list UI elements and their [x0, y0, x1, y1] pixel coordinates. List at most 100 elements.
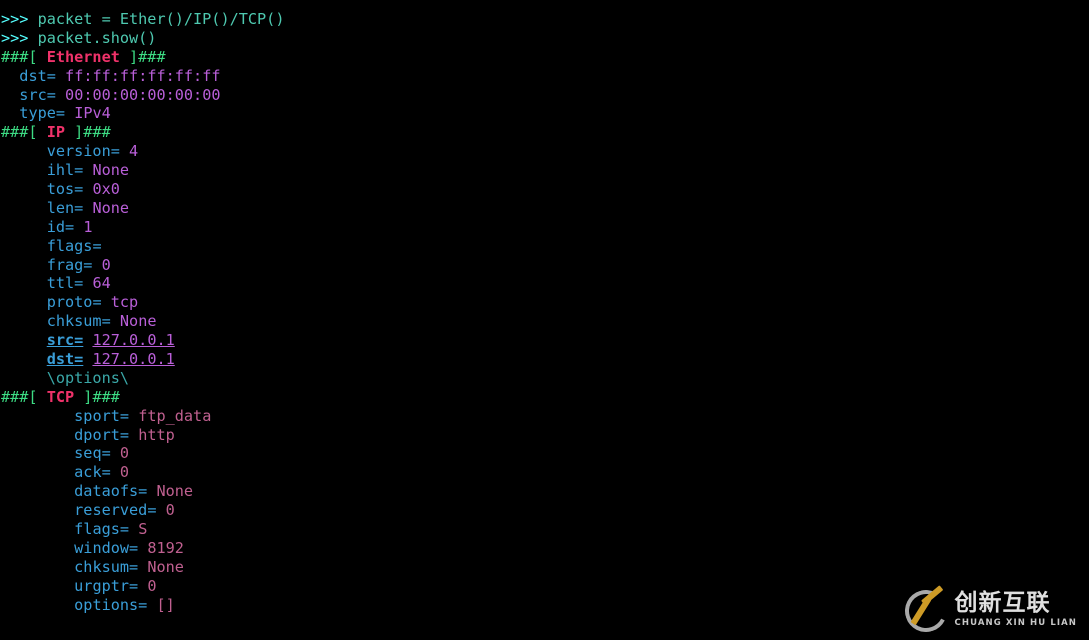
field-value: IPv4 — [74, 104, 111, 123]
field-gap — [120, 142, 129, 160]
field-separator: = — [74, 350, 84, 369]
field-name: dst — [19, 66, 47, 85]
field-separator: = — [101, 463, 111, 482]
field-gap — [56, 86, 65, 104]
field-gap — [74, 218, 83, 236]
field-value: None — [119, 312, 157, 331]
field-separator: = — [92, 293, 102, 312]
field-value: 0 — [101, 255, 111, 274]
field-name: len — [46, 198, 75, 217]
field-separator: = — [129, 538, 139, 557]
terminal-line: dst= ff:ff:ff:ff:ff:ff — [0, 67, 1089, 86]
field-gap — [138, 577, 147, 595]
field-name: dst — [46, 350, 75, 369]
terminal-line: dst= 127.0.0.1 — [0, 350, 1089, 369]
field-separator: = — [74, 198, 84, 217]
field-gap — [138, 558, 147, 576]
field-value: 0 — [165, 501, 175, 520]
field-value: tcp — [110, 293, 139, 312]
watermark-chinese: 创新互联 — [954, 590, 1051, 617]
field-name: ttl — [46, 274, 75, 293]
terminal-output[interactable]: >>> packet = Ether()/IP()/TCP() >>> packe… — [0, 10, 1089, 640]
c-x-logo-icon — [899, 584, 952, 638]
command-text: packet = Ether()/IP()/TCP() — [37, 10, 285, 28]
watermark: 创新互联 CHUANG XIN HU LIAN — [899, 584, 1077, 638]
field-separator: = — [55, 104, 66, 123]
field-value: 0 — [119, 463, 130, 482]
terminal-line: dataofs= None — [0, 482, 1089, 501]
field-value: 0 — [147, 576, 157, 595]
terminal-line: flags= S — [0, 520, 1089, 539]
terminal-line: flags= — [0, 237, 1089, 256]
field-value: http — [138, 425, 175, 444]
field-separator: = — [74, 161, 84, 180]
terminal-line: ihl= None — [0, 161, 1089, 180]
field-name: chksum — [46, 312, 102, 331]
terminal-line: tos= 0x0 — [0, 180, 1089, 199]
field-name: reserved — [74, 501, 148, 520]
field-separator: = — [119, 406, 130, 425]
field-value: 00:00:00:00:00:00 — [65, 85, 221, 104]
field-value: [] — [156, 595, 175, 614]
field-separator: = — [129, 576, 139, 595]
terminal-line: ###[ Ethernet ]### — [0, 48, 1089, 67]
field-gap — [102, 237, 111, 255]
layer-header-name: IP — [46, 123, 66, 142]
terminal-line: frag= 0 — [0, 256, 1089, 275]
terminal-line: chksum= None — [0, 312, 1089, 331]
field-name: ihl — [46, 161, 75, 180]
field-value: ftp_data — [138, 406, 212, 425]
terminal-line: \options\ — [0, 369, 1089, 388]
field-separator: = — [138, 595, 148, 614]
field-name: type — [19, 104, 56, 123]
field-separator: = — [46, 66, 56, 85]
terminal-line: len= None — [0, 199, 1089, 218]
field-name: id — [46, 217, 66, 236]
terminal-line: sport= ftp_data — [0, 407, 1089, 426]
field-gap — [138, 539, 147, 557]
field-separator: = — [101, 444, 111, 463]
terminal-line: id= 1 — [0, 218, 1089, 237]
field-value: None — [92, 198, 130, 217]
field-name: options — [74, 595, 139, 614]
field-name: seq — [74, 444, 102, 463]
terminal-line: ack= 0 — [0, 463, 1089, 482]
field-separator: = — [119, 520, 130, 539]
field-value: 8192 — [147, 538, 184, 557]
prompt-symbol: >>> — [1, 10, 38, 28]
field-separator: = — [65, 217, 75, 236]
field-separator: = — [92, 236, 102, 255]
terminal-line: reserved= 0 — [0, 501, 1089, 520]
layer-header-open: ###[ — [1, 387, 47, 406]
terminal-line: window= 8192 — [0, 539, 1089, 558]
field-value: 127.0.0.1 — [92, 331, 175, 350]
terminal-line: type= IPv4 — [0, 104, 1089, 123]
field-value: None — [156, 482, 194, 501]
field-value: 4 — [129, 142, 139, 161]
field-name: dataofs — [74, 482, 139, 501]
field-value: 0x0 — [92, 180, 120, 199]
field-name: flags — [46, 236, 93, 255]
layer-header-open: ###[ — [1, 123, 47, 142]
field-name: tos — [46, 180, 75, 199]
field-gap — [111, 463, 120, 481]
